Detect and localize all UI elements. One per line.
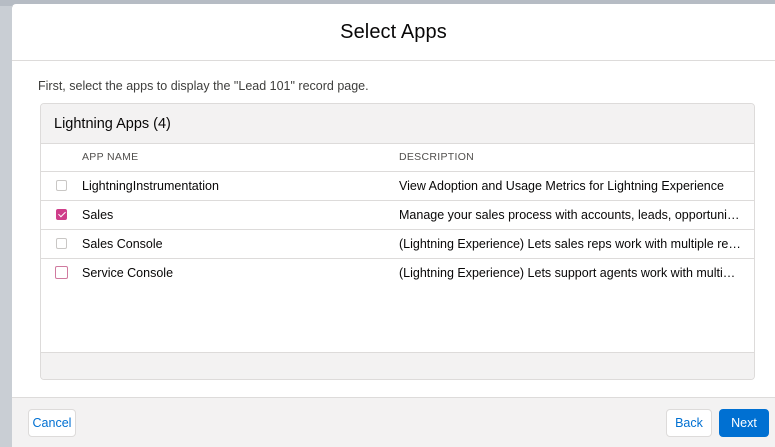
modal-title: Select Apps [340,20,447,43]
cancel-button[interactable]: Cancel [28,409,76,437]
app-name-cell: Sales Console [82,236,163,251]
app-description-cell: (Lightning Experience) Lets support agen… [399,265,754,280]
header-description: DESCRIPTION [399,151,475,164]
card-footer [41,352,754,379]
header-select-column [41,144,82,171]
apps-table: APP NAME DESCRIPTION LightningInstrument… [41,144,754,287]
back-button[interactable]: Back [666,409,712,437]
app-name-cell: Sales [82,207,114,222]
app-description-cell: (Lightning Experience) Lets sales reps w… [399,236,754,251]
modal-body: First, select the apps to display the "L… [12,62,775,397]
table-row[interactable]: LightningInstrumentation View Adoption a… [41,171,754,200]
card-title: Lightning Apps (4) [54,115,171,132]
modal-footer: Cancel Back Next [12,397,775,447]
intro-text: First, select the apps to display the "L… [38,79,369,93]
header-app-name: APP NAME [82,151,139,164]
table-row[interactable]: Sales Console (Lightning Experience) Let… [41,229,754,258]
row-checkbox[interactable] [56,238,67,249]
card-header: Lightning Apps (4) [41,104,754,144]
app-name-cell: LightningInstrumentation [82,178,219,193]
row-checkbox-checked[interactable] [56,209,67,220]
table-row[interactable]: Service Console (Lightning Experience) L… [41,258,754,287]
row-checkbox-focused[interactable] [55,266,68,280]
app-description-cell: View Adoption and Usage Metrics for Ligh… [399,178,724,193]
app-description-cell: Manage your sales process with accounts,… [399,207,754,222]
next-button[interactable]: Next [719,409,769,437]
lightning-apps-card: Lightning Apps (4) APP NAME DESCRIPTION … [40,103,755,380]
table-row[interactable]: Sales Manage your sales process with acc… [41,200,754,229]
app-name-cell: Service Console [82,265,174,280]
backdrop-left-strip [0,0,12,447]
select-apps-modal: Select Apps First, select the apps to di… [12,4,775,447]
row-checkbox[interactable] [56,180,67,191]
table-header-row: APP NAME DESCRIPTION [41,144,754,171]
modal-header: Select Apps [12,4,775,61]
